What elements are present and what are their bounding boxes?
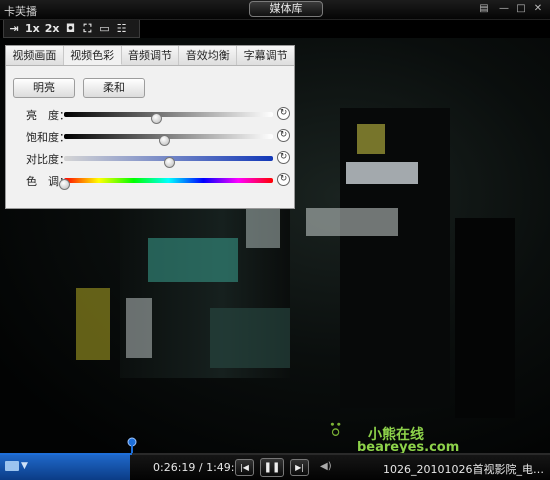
menu-icon[interactable]: ▤ [478,3,490,15]
speed-2x-button[interactable]: 2x [44,22,61,36]
seek-knob-icon[interactable] [127,437,137,453]
panel-tabs: 视频画面 视频色彩 音频调节 音效均衡 字幕调节 [6,46,294,66]
media-library-button[interactable]: 媒体库 [249,1,323,17]
next-button[interactable]: ▶| [290,459,309,476]
video-shop-sign [346,162,418,184]
saturation-reset-icon[interactable]: ↻ [277,129,290,142]
close-icon[interactable]: ✕ [532,3,544,15]
video-storefront [210,308,290,368]
preset-bright-button[interactable]: 明亮 [13,78,75,98]
camera-icon[interactable]: ◘ [64,22,78,36]
video-silhouette [455,218,515,418]
chevron-down-icon: ▼ [21,461,28,471]
pin-icon[interactable]: ⇥ [7,22,21,36]
bear-logo-icon: ⍤ [326,410,346,448]
contrast-reset-icon[interactable]: ↻ [277,151,290,164]
brightness-slider-track[interactable] [64,112,273,124]
speed-1x-button[interactable]: 1x [24,22,41,36]
app-title: 卡芙播 [4,5,37,18]
brightness-row: 亮 度： ↻ [6,106,296,124]
brightness-slider-thumb[interactable] [150,113,162,124]
saturation-slider-track[interactable] [64,134,273,146]
tab-video-color[interactable]: 视频色彩 [63,46,122,65]
quick-toolbar: ⇥ 1x 2x ◘ ⛶ ▭ ☷ [3,20,140,38]
hue-row: 色 调： ↻ [6,172,296,190]
hue-slider-track[interactable] [59,178,273,190]
folder-icon [5,461,19,471]
minimize-icon[interactable]: — [498,3,510,15]
previous-button[interactable]: |◀ [235,459,254,476]
color-settings-panel: 视频画面 视频色彩 音频调节 音效均衡 字幕调节 明亮 柔和 亮 度： ↻ 饱和… [5,45,295,209]
video-window-light [246,208,280,248]
maximize-icon[interactable]: □ [515,3,527,15]
video-shop-sign-2 [306,208,398,236]
title-bar: 卡芙播 媒体库 ▤ — □ ✕ [0,0,550,20]
contrast-row: 对比度： ↻ [6,150,296,168]
pause-button[interactable]: ❚❚ [260,458,284,477]
video-yellow-sign [76,288,110,360]
preset-soft-button[interactable]: 柔和 [83,78,145,98]
screen-icon[interactable]: ▭ [98,22,112,36]
video-neon-sign [148,238,238,282]
video-light-sign [357,124,385,154]
saturation-row: 饱和度： ↻ [6,128,296,146]
video-lantern-sign [126,298,152,358]
file-name: 1026_20101026首视影院_电… [383,463,544,476]
tab-audio-adjust[interactable]: 音频调节 [122,46,180,65]
tab-video-picture[interactable]: 视频画面 [6,46,64,65]
tab-subtitle-adjust[interactable]: 字幕调节 [237,46,294,65]
fullscreen-icon[interactable]: ⛶ [81,22,95,36]
contrast-slider-thumb[interactable] [163,157,175,168]
tab-equalizer[interactable]: 音效均衡 [179,46,238,65]
hue-slider-thumb[interactable] [59,179,70,190]
watermark-en: beareyes.com [357,440,460,454]
settings-icon[interactable]: ☷ [115,22,129,36]
volume-icon[interactable]: ◀) [320,461,332,472]
hue-reset-icon[interactable]: ↻ [277,173,290,186]
open-file-button[interactable]: ▼ [0,455,130,480]
contrast-slider-track[interactable] [64,156,273,168]
saturation-slider-thumb[interactable] [159,135,171,146]
brightness-reset-icon[interactable]: ↻ [277,107,290,120]
